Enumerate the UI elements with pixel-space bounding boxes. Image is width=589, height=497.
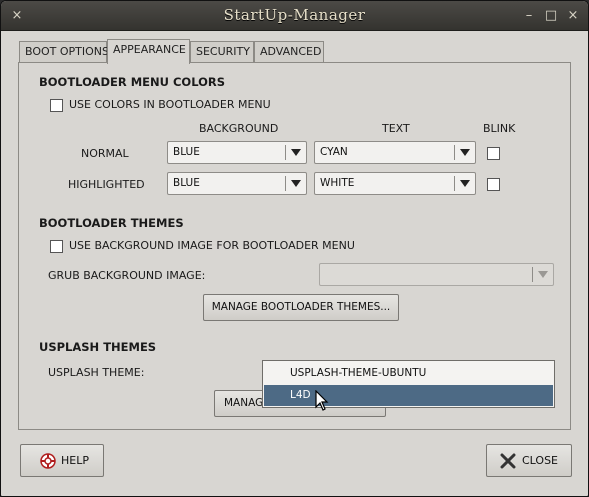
usplash-theme-dropdown[interactable]: USPLASH-THEME-UBUNTU L4D [262, 360, 555, 408]
tab-appearance[interactable]: APPEARANCE [107, 39, 190, 64]
mouse-pointer-icon [315, 390, 329, 411]
normal-row-label: NORMAL [81, 147, 129, 160]
help-lifebuoy-icon [40, 453, 56, 469]
close-button[interactable]: CLOSE [486, 444, 572, 477]
text-column-header: TEXT [382, 122, 410, 135]
highlighted-blink-checkbox[interactable] [487, 178, 500, 191]
background-column-header: BACKGROUND [199, 122, 279, 135]
highlighted-text-select[interactable]: WHITE [314, 172, 476, 195]
help-button[interactable]: HELP [20, 444, 104, 477]
dropdown-arrow-icon [460, 149, 470, 156]
startup-manager-window: × StartUp-Manager – □ × BOOT OPTIONS APP… [0, 0, 589, 497]
dropdown-arrow-icon [460, 180, 470, 187]
highlighted-background-select[interactable]: BLUE [167, 172, 307, 195]
tab-advanced[interactable]: ADVANCED [254, 41, 324, 63]
close-x-icon [500, 453, 516, 469]
highlighted-text-value: WHITE [320, 177, 355, 189]
use-colors-checkbox[interactable] [50, 99, 63, 112]
minimize-icon[interactable]: – [521, 8, 537, 24]
usplash-theme-label: USPLASH THEME: [48, 366, 145, 379]
highlighted-row-label: HIGHLIGHTED [68, 178, 145, 191]
dropdown-arrow-icon [538, 271, 548, 278]
close-window-icon[interactable]: × [565, 8, 581, 24]
close-label: CLOSE [522, 454, 559, 467]
dropdown-arrow-icon [291, 149, 301, 156]
use-background-checkbox[interactable] [50, 240, 63, 253]
grub-background-label: GRUB BACKGROUND IMAGE: [48, 269, 206, 282]
use-background-label[interactable]: USE BACKGROUND IMAGE FOR BOOTLOADER MENU [69, 239, 355, 252]
blink-column-header: BLINK [483, 122, 516, 135]
menu-colors-heading: BOOTLOADER MENU COLORS [39, 75, 226, 89]
usplash-option-l4d[interactable]: L4D [264, 385, 553, 406]
usplash-heading: USPLASH THEMES [39, 340, 157, 354]
help-label: HELP [61, 454, 89, 467]
title-bar[interactable]: × StartUp-Manager – □ × [1, 1, 588, 31]
usplash-option-ubuntu[interactable]: USPLASH-THEME-UBUNTU [264, 363, 553, 384]
normal-text-select[interactable]: CYAN [314, 141, 476, 164]
manage-bootloader-themes-button[interactable]: MANAGE BOOTLOADER THEMES... [203, 294, 399, 321]
tab-security[interactable]: SECURITY [190, 41, 254, 63]
themes-heading: BOOTLOADER THEMES [39, 216, 184, 230]
highlighted-background-value: BLUE [173, 177, 200, 189]
window-title: StartUp-Manager [223, 6, 366, 24]
normal-text-value: CYAN [320, 146, 348, 158]
use-colors-label[interactable]: USE COLORS IN BOOTLOADER MENU [69, 98, 271, 111]
maximize-icon[interactable]: □ [543, 8, 559, 24]
grub-background-select[interactable] [319, 263, 554, 286]
normal-background-select[interactable]: BLUE [167, 141, 307, 164]
normal-background-value: BLUE [173, 146, 200, 158]
tab-boot-options[interactable]: BOOT OPTIONS [19, 41, 109, 63]
normal-blink-checkbox[interactable] [487, 147, 500, 160]
dropdown-arrow-icon [291, 180, 301, 187]
